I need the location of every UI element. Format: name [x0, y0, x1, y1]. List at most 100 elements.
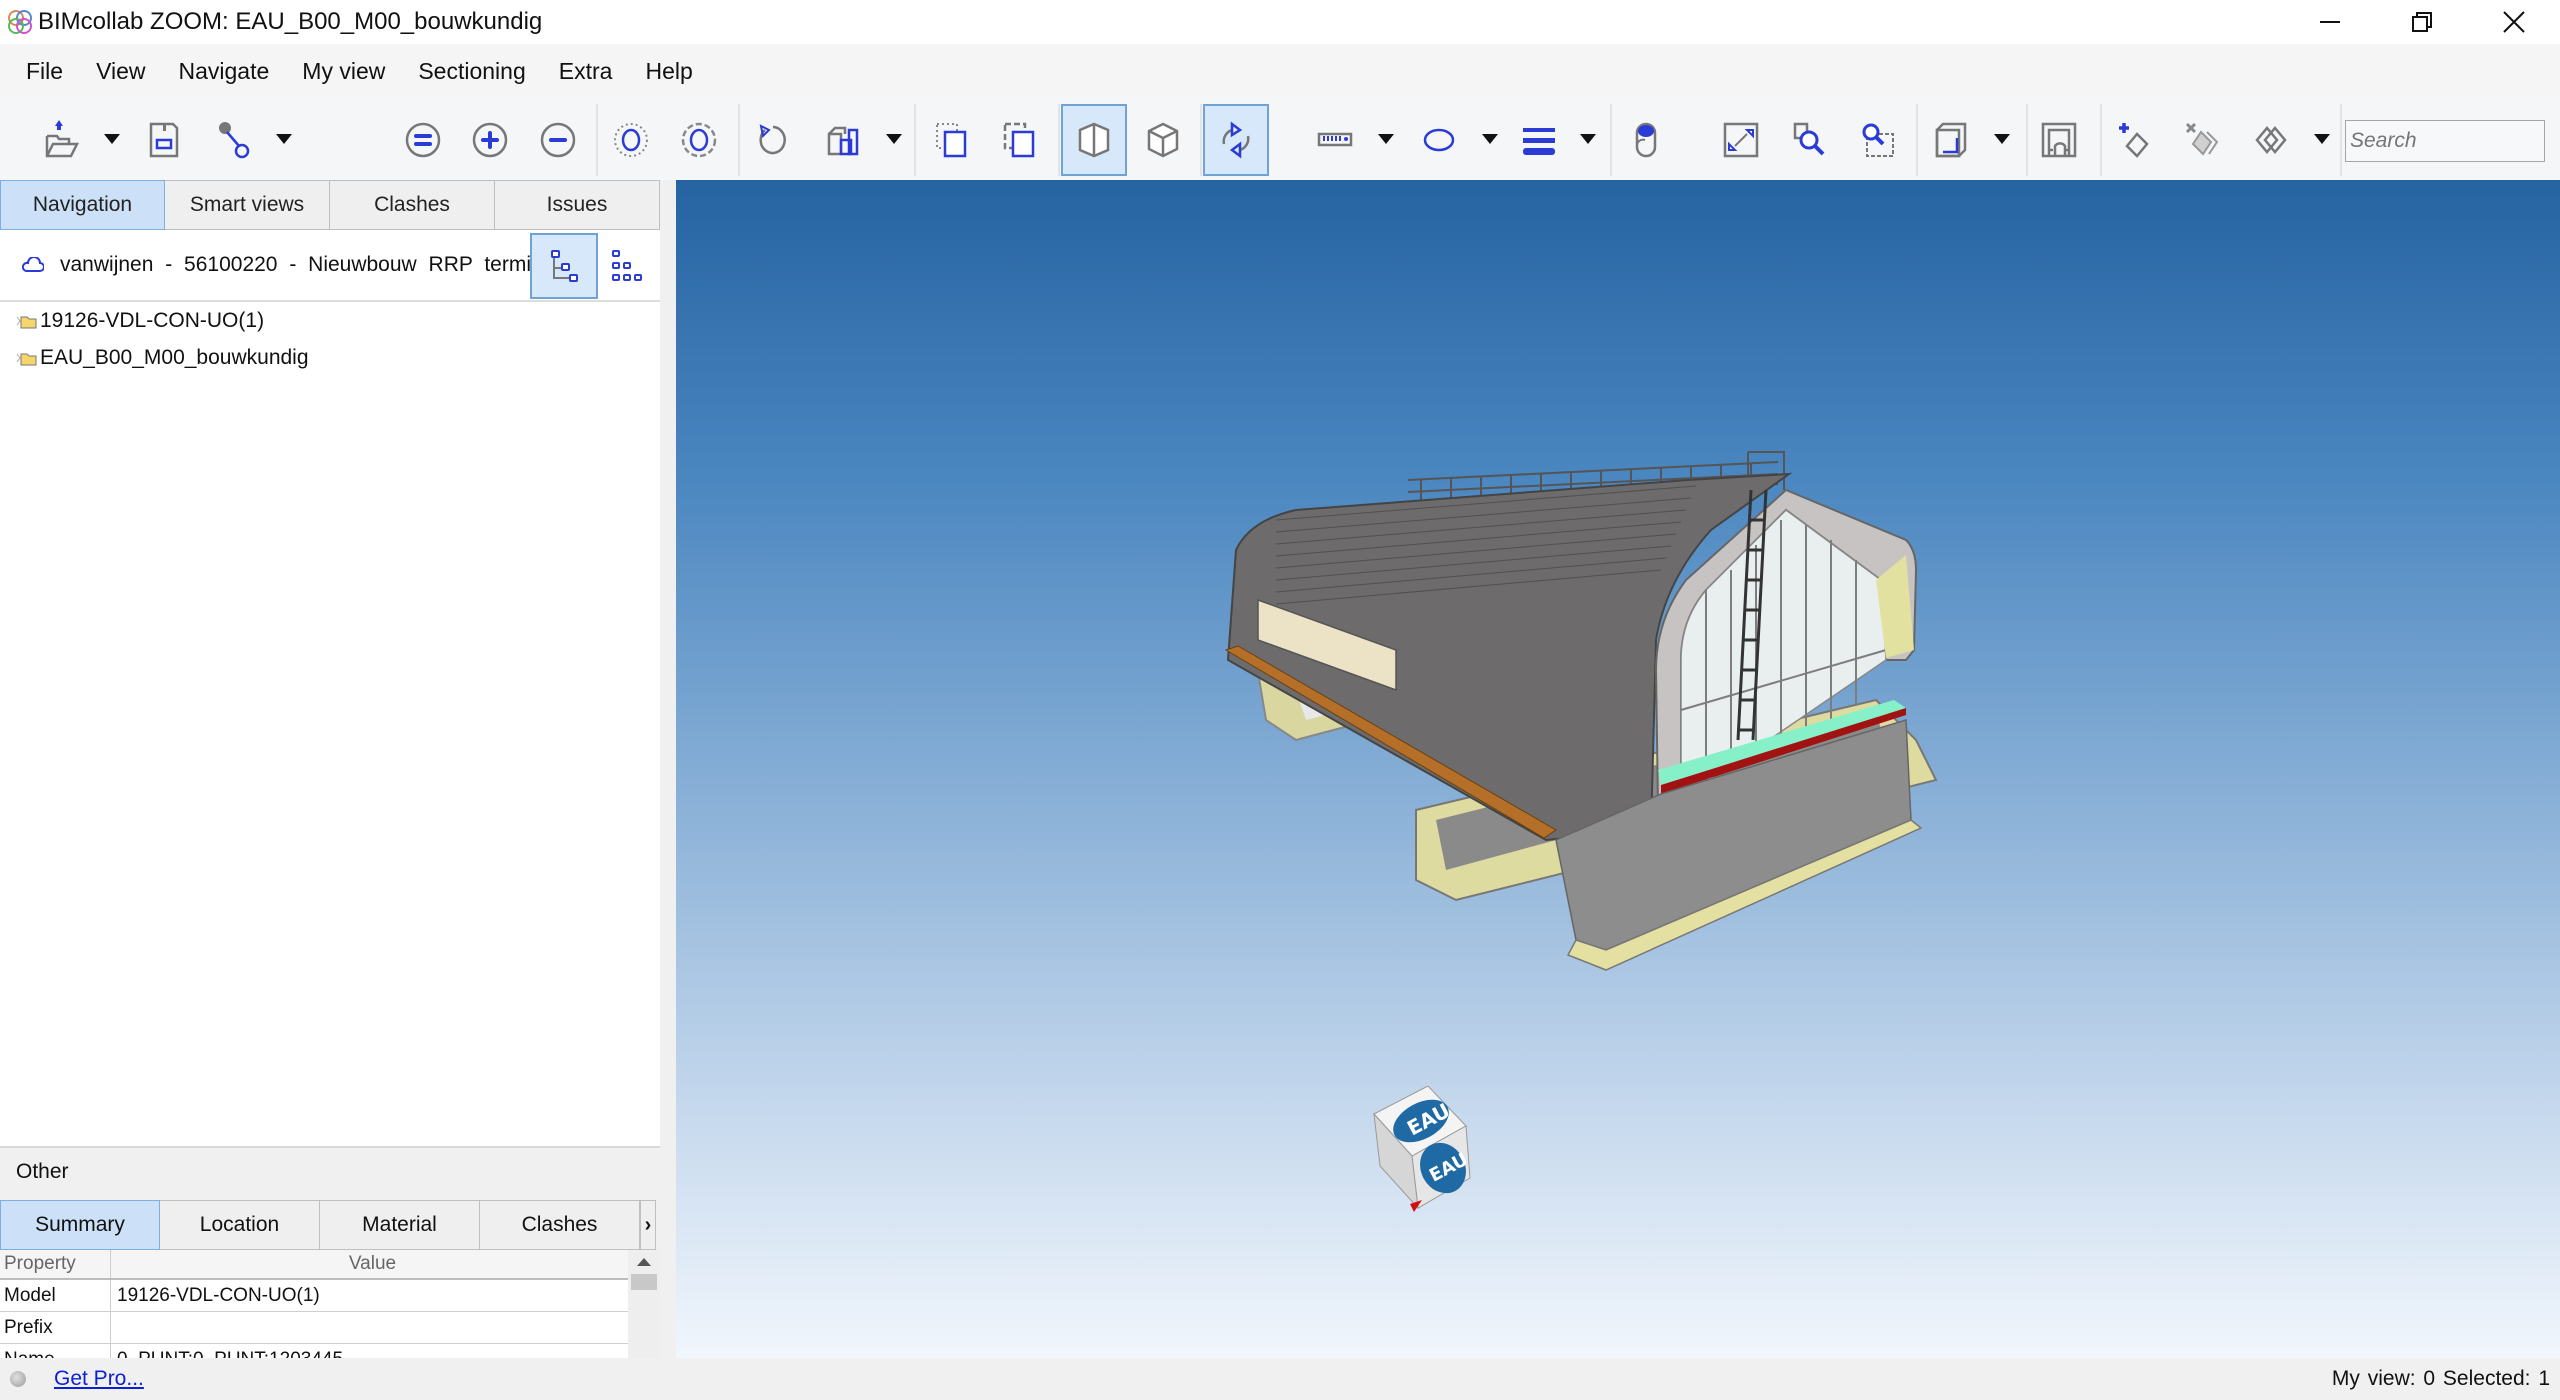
view-mode-icon — [827, 126, 859, 156]
tree-view-button[interactable] — [530, 233, 598, 299]
reset-view-button[interactable] — [748, 118, 798, 162]
shape-icon — [1423, 128, 1455, 152]
chevron-right-icon: › — [644, 1213, 652, 1236]
3d-viewport[interactable]: EAU EAU — [676, 180, 2560, 1358]
property-value: 19126-VDL-CON-UO(1) — [117, 1284, 320, 1306]
issues-dropdown[interactable] — [2314, 134, 2330, 144]
tab-clashes[interactable]: Clashes — [330, 180, 495, 230]
toolbar-separator — [2100, 104, 2102, 176]
toolbar-separator — [2340, 104, 2342, 176]
layers-icon — [1523, 128, 1555, 155]
table-row[interactable]: Prefix — [0, 1312, 628, 1344]
project-row[interactable]: vanwijnen - 56100220 - Nieuwbouw RRP ter… — [0, 230, 660, 302]
property-name: Prefix — [0, 1312, 111, 1343]
layers-dropdown[interactable] — [1580, 134, 1596, 144]
table-row[interactable]: Model 19126-VDL-CON-UO(1) — [0, 1280, 628, 1312]
save-button[interactable] — [138, 118, 188, 162]
add-issue-button[interactable] — [2108, 118, 2158, 162]
tab-issues[interactable]: Issues — [495, 180, 660, 230]
header-value[interactable]: Value — [111, 1250, 628, 1278]
tabs-scroll-right-button[interactable]: › — [640, 1200, 656, 1250]
section-box-dashed-button[interactable] — [996, 118, 1046, 162]
front-view-dropdown[interactable] — [1994, 134, 2010, 144]
perspective-button[interactable] — [1061, 104, 1127, 176]
view-mode-button[interactable] — [818, 118, 868, 162]
tab-clashes[interactable]: Clashes — [480, 1200, 640, 1250]
fit-all-button[interactable] — [1716, 118, 1766, 162]
select-equal-button[interactable] — [398, 118, 448, 162]
remove-issue-button[interactable] — [2176, 118, 2226, 162]
isolate-button[interactable] — [606, 118, 656, 162]
close-button[interactable] — [2468, 0, 2560, 44]
property-name: Model — [0, 1280, 111, 1311]
grid-view-icon — [612, 250, 642, 281]
zoom-window-button[interactable] — [1852, 118, 1902, 162]
tab-smart-views[interactable]: Smart views — [165, 180, 330, 230]
layers-button[interactable] — [1514, 118, 1564, 162]
issues-button[interactable] — [2246, 118, 2296, 162]
add-selection-button[interactable] — [465, 118, 515, 162]
connect-icon — [219, 122, 250, 159]
restore-button[interactable] — [2376, 0, 2468, 44]
open-dropdown[interactable] — [104, 134, 120, 144]
connect-dropdown[interactable] — [276, 134, 292, 144]
measure-dropdown[interactable] — [1378, 134, 1394, 144]
title-bar: BIMcollab ZOOM: EAU_B00_M00_bouwkundig — [0, 0, 2560, 44]
transparency-icon — [1635, 122, 1657, 158]
menu-sectioning[interactable]: Sectioning — [414, 52, 529, 91]
section-box-dashed-icon — [1003, 122, 1035, 158]
menu-my-view[interactable]: My view — [298, 52, 389, 91]
menu-navigate[interactable]: Navigate — [175, 52, 274, 91]
floorplan-button[interactable] — [2034, 118, 2084, 162]
section-box-button[interactable] — [928, 118, 978, 162]
nav-cube[interactable]: EAU EAU — [1366, 1086, 1476, 1216]
grid-view-button[interactable] — [594, 233, 662, 299]
remove-from-selection-icon — [540, 122, 576, 158]
scrollbar-thumb[interactable] — [631, 1274, 657, 1290]
orbit-button[interactable] — [1203, 104, 1269, 176]
orthographic-button[interactable] — [1138, 118, 1188, 162]
header-property[interactable]: Property — [0, 1250, 111, 1278]
front-view-button[interactable] — [1926, 118, 1976, 162]
tree-item-label: EAU_B00_M00_bouwkundig — [40, 345, 309, 369]
panel-tabs: Navigation Smart views Clashes Issues — [0, 180, 660, 230]
tab-location[interactable]: Location — [160, 1200, 320, 1250]
panel-splitter[interactable] — [660, 180, 676, 1358]
tab-summary[interactable]: Summary — [0, 1200, 160, 1250]
project-name: vanwijnen - 56100220 - Nieuwbouw RRP ter… — [60, 253, 549, 276]
measure-button[interactable] — [1310, 118, 1360, 162]
orbit-icon — [1222, 121, 1250, 159]
building-model[interactable] — [676, 180, 2560, 1358]
zoom-selected-button[interactable] — [1784, 118, 1834, 162]
toolbar-separator — [2026, 104, 2028, 176]
menu-extra[interactable]: Extra — [555, 52, 617, 91]
search-input[interactable] — [2345, 120, 2545, 162]
minimize-icon — [2320, 21, 2340, 23]
shape-button[interactable] — [1414, 118, 1464, 162]
connection-status-icon — [10, 1371, 26, 1387]
property-value — [111, 1312, 628, 1343]
menu-file[interactable]: File — [22, 52, 67, 91]
toolbar-separator — [914, 104, 916, 176]
get-pro-link[interactable]: Get Pro... — [54, 1367, 144, 1391]
remove-issue-icon — [2185, 122, 2219, 156]
shape-dropdown[interactable] — [1482, 134, 1498, 144]
view-mode-dropdown[interactable] — [886, 134, 902, 144]
minimize-button[interactable] — [2284, 0, 2376, 44]
properties-scrollbar[interactable] — [628, 1250, 660, 1360]
transparency-button[interactable] — [1620, 118, 1670, 162]
open-button[interactable] — [36, 118, 86, 162]
menu-view[interactable]: View — [92, 52, 149, 91]
tree-item[interactable]: 19126-VDL-CON-UO(1) — [0, 302, 660, 339]
remove-selection-button[interactable] — [533, 118, 583, 162]
menu-help[interactable]: Help — [641, 52, 696, 91]
cloud-icon — [22, 257, 44, 272]
connect-button[interactable] — [210, 118, 260, 162]
folder-icon — [16, 353, 37, 365]
isolate-all-button[interactable] — [674, 118, 724, 162]
model-tree: 19126-VDL-CON-UO(1) EAU_B00_M00_bouwkund… — [0, 302, 660, 376]
tab-navigation[interactable]: Navigation — [0, 180, 165, 230]
tree-item[interactable]: EAU_B00_M00_bouwkundig — [0, 339, 660, 376]
isolate-all-icon — [681, 122, 717, 158]
tab-material[interactable]: Material — [320, 1200, 480, 1250]
